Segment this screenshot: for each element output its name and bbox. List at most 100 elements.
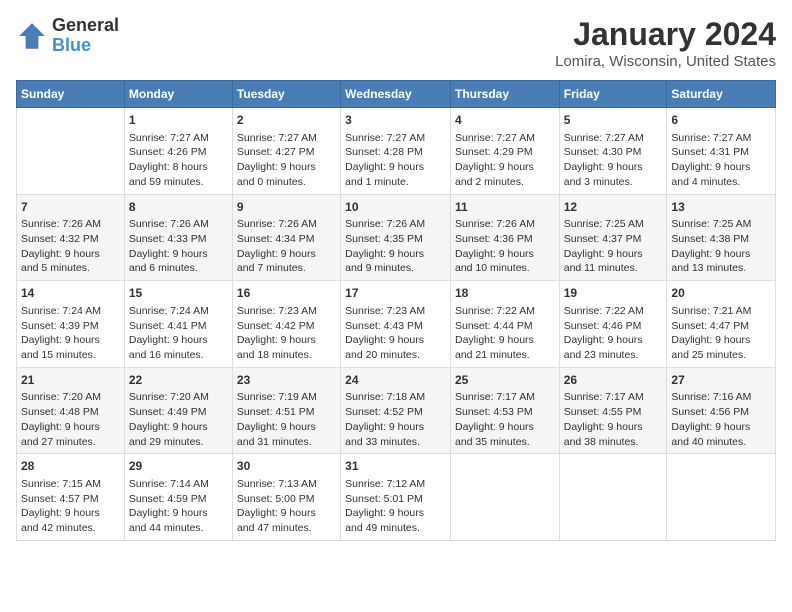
cell-content: Sunrise: 7:13 AM Sunset: 5:00 PM Dayligh… xyxy=(237,477,336,536)
calendar-cell: 21Sunrise: 7:20 AM Sunset: 4:48 PM Dayli… xyxy=(17,367,125,454)
calendar-cell: 13Sunrise: 7:25 AM Sunset: 4:38 PM Dayli… xyxy=(667,194,776,281)
day-number: 9 xyxy=(237,199,336,216)
day-number: 18 xyxy=(455,285,555,302)
day-number: 11 xyxy=(455,199,555,216)
calendar-cell: 4Sunrise: 7:27 AM Sunset: 4:29 PM Daylig… xyxy=(450,108,559,195)
logo-text: General Blue xyxy=(52,16,119,56)
day-number: 28 xyxy=(21,458,120,475)
calendar-cell: 28 Sunrise: 7:15 AM Sunset: 4:57 PM Dayli… xyxy=(17,454,125,541)
calendar-cell: 30 Sunrise: 7:13 AM Sunset: 5:00 PM Dayli… xyxy=(232,454,340,541)
calendar-cell: 3 Sunrise: 7:27 AM Sunset: 4:28 PM Daylig… xyxy=(341,108,451,195)
calendar-cell: 9Sunrise: 7:26 AM Sunset: 4:34 PM Daylig… xyxy=(232,194,340,281)
cell-content: Sunrise: 7:26 AM Sunset: 4:36 PM Dayligh… xyxy=(455,217,555,276)
day-number: 10 xyxy=(345,199,446,216)
calendar-cell: 17 Sunrise: 7:23 AM Sunset: 4:43 PM Dayli… xyxy=(341,281,451,368)
calendar-cell: 14 Sunrise: 7:24 AM Sunset: 4:39 PM Dayli… xyxy=(17,281,125,368)
header-cell-tuesday: Tuesday xyxy=(232,81,340,108)
cell-content: Sunrise: 7:27 AM Sunset: 4:28 PM Dayligh… xyxy=(345,131,446,190)
calendar-table: SundayMondayTuesdayWednesdayThursdayFrid… xyxy=(16,80,776,541)
cell-content: Sunrise: 7:15 AM Sunset: 4:57 PM Dayligh… xyxy=(21,477,120,536)
header-cell-saturday: Saturday xyxy=(667,81,776,108)
day-number: 27 xyxy=(671,372,771,389)
day-number: 5 xyxy=(564,112,663,129)
logo-icon xyxy=(16,20,48,52)
calendar-cell: 27Sunrise: 7:16 AM Sunset: 4:56 PM Dayli… xyxy=(667,367,776,454)
cell-content: Sunrise: 7:16 AM Sunset: 4:56 PM Dayligh… xyxy=(671,390,771,449)
calendar-cell: 16Sunrise: 7:23 AM Sunset: 4:42 PM Dayli… xyxy=(232,281,340,368)
cell-content: Sunrise: 7:12 AM Sunset: 5:01 PM Dayligh… xyxy=(345,477,446,536)
cell-content: Sunrise: 7:19 AM Sunset: 4:51 PM Dayligh… xyxy=(237,390,336,449)
calendar-cell: 31 Sunrise: 7:12 AM Sunset: 5:01 PM Dayli… xyxy=(341,454,451,541)
cell-content: Sunrise: 7:26 AM Sunset: 4:33 PM Dayligh… xyxy=(129,217,228,276)
cell-content: Sunrise: 7:27 AM Sunset: 4:26 PM Dayligh… xyxy=(129,131,228,190)
cell-content: Sunrise: 7:25 AM Sunset: 4:38 PM Dayligh… xyxy=(671,217,771,276)
calendar-cell: 23Sunrise: 7:19 AM Sunset: 4:51 PM Dayli… xyxy=(232,367,340,454)
week-row-1: 1 Sunrise: 7:27 AM Sunset: 4:26 PM Daylig… xyxy=(17,108,776,195)
day-number: 30 xyxy=(237,458,336,475)
cell-content: Sunrise: 7:18 AM Sunset: 4:52 PM Dayligh… xyxy=(345,390,446,449)
cell-content: Sunrise: 7:24 AM Sunset: 4:39 PM Dayligh… xyxy=(21,304,120,363)
day-number: 16 xyxy=(237,285,336,302)
cell-content: Sunrise: 7:22 AM Sunset: 4:44 PM Dayligh… xyxy=(455,304,555,363)
cell-content: Sunrise: 7:17 AM Sunset: 4:53 PM Dayligh… xyxy=(455,390,555,449)
calendar-cell: 22Sunrise: 7:20 AM Sunset: 4:49 PM Dayli… xyxy=(124,367,232,454)
day-number: 3 xyxy=(345,112,446,129)
day-number: 26 xyxy=(564,372,663,389)
cell-content: Sunrise: 7:22 AM Sunset: 4:46 PM Dayligh… xyxy=(564,304,663,363)
calendar-subtitle: Lomira, Wisconsin, United States xyxy=(555,53,776,70)
cell-content: Sunrise: 7:26 AM Sunset: 4:34 PM Dayligh… xyxy=(237,217,336,276)
calendar-cell: 1 Sunrise: 7:27 AM Sunset: 4:26 PM Daylig… xyxy=(124,108,232,195)
header-cell-friday: Friday xyxy=(559,81,667,108)
day-number: 31 xyxy=(345,458,446,475)
calendar-cell: 10Sunrise: 7:26 AM Sunset: 4:35 PM Dayli… xyxy=(341,194,451,281)
week-row-4: 21Sunrise: 7:20 AM Sunset: 4:48 PM Dayli… xyxy=(17,367,776,454)
day-number: 7 xyxy=(21,199,120,216)
header-cell-sunday: Sunday xyxy=(17,81,125,108)
cell-content: Sunrise: 7:23 AM Sunset: 4:43 PM Dayligh… xyxy=(345,304,446,363)
day-number: 8 xyxy=(129,199,228,216)
calendar-cell: 8Sunrise: 7:26 AM Sunset: 4:33 PM Daylig… xyxy=(124,194,232,281)
calendar-cell: 5 Sunrise: 7:27 AM Sunset: 4:30 PM Daylig… xyxy=(559,108,667,195)
week-row-3: 14 Sunrise: 7:24 AM Sunset: 4:39 PM Dayli… xyxy=(17,281,776,368)
cell-content: Sunrise: 7:20 AM Sunset: 4:49 PM Dayligh… xyxy=(129,390,228,449)
day-number: 19 xyxy=(564,285,663,302)
calendar-cell: 25Sunrise: 7:17 AM Sunset: 4:53 PM Dayli… xyxy=(450,367,559,454)
day-number: 23 xyxy=(237,372,336,389)
day-number: 12 xyxy=(564,199,663,216)
week-row-5: 28 Sunrise: 7:15 AM Sunset: 4:57 PM Dayli… xyxy=(17,454,776,541)
calendar-cell: 2Sunrise: 7:27 AM Sunset: 4:27 PM Daylig… xyxy=(232,108,340,195)
cell-content: Sunrise: 7:27 AM Sunset: 4:30 PM Dayligh… xyxy=(564,131,663,190)
calendar-title: January 2024 xyxy=(555,16,776,53)
cell-content: Sunrise: 7:27 AM Sunset: 4:31 PM Dayligh… xyxy=(671,131,771,190)
cell-content: Sunrise: 7:14 AM Sunset: 4:59 PM Dayligh… xyxy=(129,477,228,536)
calendar-cell xyxy=(450,454,559,541)
calendar-cell xyxy=(667,454,776,541)
day-number: 1 xyxy=(129,112,228,129)
cell-content: Sunrise: 7:26 AM Sunset: 4:35 PM Dayligh… xyxy=(345,217,446,276)
day-number: 4 xyxy=(455,112,555,129)
calendar-cell: 24Sunrise: 7:18 AM Sunset: 4:52 PM Dayli… xyxy=(341,367,451,454)
cell-content: Sunrise: 7:17 AM Sunset: 4:55 PM Dayligh… xyxy=(564,390,663,449)
day-number: 15 xyxy=(129,285,228,302)
day-number: 17 xyxy=(345,285,446,302)
day-number: 22 xyxy=(129,372,228,389)
day-number: 20 xyxy=(671,285,771,302)
calendar-cell: 29Sunrise: 7:14 AM Sunset: 4:59 PM Dayli… xyxy=(124,454,232,541)
logo: General Blue xyxy=(16,16,119,56)
calendar-cell xyxy=(559,454,667,541)
day-number: 14 xyxy=(21,285,120,302)
calendar-cell: 15Sunrise: 7:24 AM Sunset: 4:41 PM Dayli… xyxy=(124,281,232,368)
header-row: SundayMondayTuesdayWednesdayThursdayFrid… xyxy=(17,81,776,108)
calendar-cell: 19 Sunrise: 7:22 AM Sunset: 4:46 PM Dayli… xyxy=(559,281,667,368)
calendar-cell: 12Sunrise: 7:25 AM Sunset: 4:37 PM Dayli… xyxy=(559,194,667,281)
calendar-cell xyxy=(17,108,125,195)
header-cell-thursday: Thursday xyxy=(450,81,559,108)
calendar-cell: 26Sunrise: 7:17 AM Sunset: 4:55 PM Dayli… xyxy=(559,367,667,454)
cell-content: Sunrise: 7:27 AM Sunset: 4:27 PM Dayligh… xyxy=(237,131,336,190)
cell-content: Sunrise: 7:21 AM Sunset: 4:47 PM Dayligh… xyxy=(671,304,771,363)
day-number: 24 xyxy=(345,372,446,389)
day-number: 6 xyxy=(671,112,771,129)
cell-content: Sunrise: 7:20 AM Sunset: 4:48 PM Dayligh… xyxy=(21,390,120,449)
day-number: 25 xyxy=(455,372,555,389)
cell-content: Sunrise: 7:26 AM Sunset: 4:32 PM Dayligh… xyxy=(21,217,120,276)
